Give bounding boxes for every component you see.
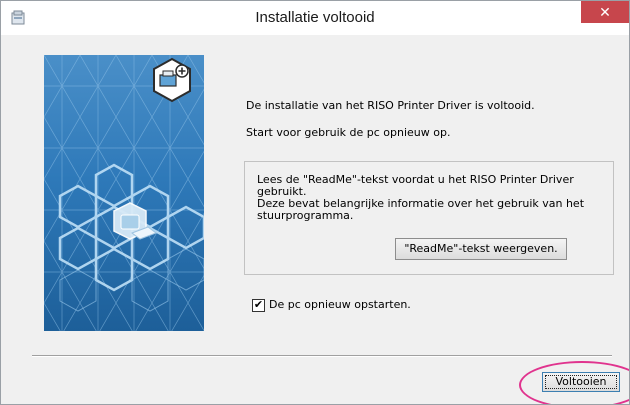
readme-group: Lees de "ReadMe"-tekst voordat u het RIS… <box>244 161 614 275</box>
restart-checkbox[interactable]: ✔ <box>252 299 265 312</box>
readme-info-text: Lees de "ReadMe"-tekst voordat u het RIS… <box>257 173 585 222</box>
restart-checkbox-label[interactable]: De pc opnieuw opstarten. <box>269 298 411 311</box>
check-icon: ✔ <box>253 299 264 311</box>
dialog-body: De installatie van het RISO Printer Driv… <box>8 35 629 404</box>
installer-window: Installatie voltooid ✕ De installatie va… <box>0 0 630 405</box>
show-readme-button[interactable]: "ReadMe"-tekst weergeven. <box>395 238 567 260</box>
printer-plus-icon <box>153 57 191 103</box>
restart-instruction: Start voor gebruik de pc opnieuw op. <box>246 126 451 139</box>
window-title: Installatie voltooid <box>255 9 375 26</box>
close-button[interactable]: ✕ <box>581 1 629 23</box>
completion-message: De installatie van het RISO Printer Driv… <box>246 99 535 112</box>
close-icon: ✕ <box>599 4 611 20</box>
title-bar: Installatie voltooid ✕ <box>1 1 629 35</box>
footer-divider <box>32 355 612 357</box>
finish-button-highlight <box>519 361 629 404</box>
hexagon-banner <box>44 55 204 331</box>
